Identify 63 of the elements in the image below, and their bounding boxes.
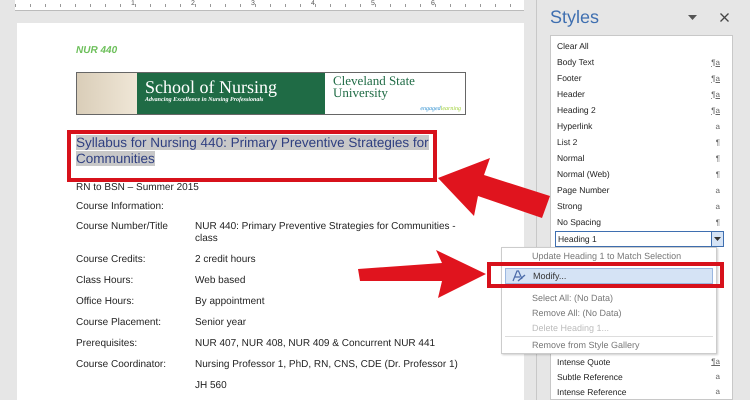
- style-item[interactable]: Footer: [557, 73, 582, 83]
- field-value: NUR 407, NUR 408, NUR 409 & Concurrent NUR 441: [195, 338, 436, 350]
- style-item[interactable]: List 2: [557, 137, 578, 147]
- style-type-symbol: ¶: [716, 218, 720, 226]
- menu-item[interactable]: Update Heading 1 to Match Selection: [505, 249, 713, 262]
- style-type-symbol: ¶: [716, 138, 720, 146]
- course-code: NUR 440: [76, 45, 118, 56]
- style-item[interactable]: Normal (Web): [557, 169, 610, 179]
- style-item[interactable]: Subtle Reference: [557, 372, 623, 382]
- field-value: Nursing Professor 1, PhD, RN, CNS, CDE (Dr. Professor 1): [195, 359, 459, 371]
- arrow-icon: [358, 250, 486, 298]
- dropdown-button[interactable]: [711, 232, 723, 246]
- dropdown-icon[interactable]: [688, 14, 697, 20]
- style-item[interactable]: Intense Quote: [557, 356, 610, 366]
- style-item[interactable]: Intense Reference: [557, 386, 626, 396]
- style-type-symbol: ¶: [716, 170, 720, 178]
- style-item[interactable]: Hyperlink: [557, 121, 592, 131]
- style-item[interactable]: Heading 2: [557, 105, 596, 115]
- style-type-symbol: ¶: [716, 154, 720, 162]
- field-value: Web based: [195, 275, 246, 287]
- field-value: Senior year: [195, 317, 248, 329]
- style-type-symbol: a: [716, 387, 720, 396]
- field-label: Prerequisites:: [76, 338, 138, 349]
- university-name: Cleveland State University: [333, 75, 416, 99]
- style-item[interactable]: Strong: [557, 201, 582, 211]
- subtitle: RN to BSN – Summer 2015: [76, 182, 200, 193]
- menu-item[interactable]: Modify...: [505, 268, 713, 284]
- photo-placeholder: [77, 73, 137, 114]
- style-item[interactable]: Clear All: [557, 41, 589, 51]
- menu-item[interactable]: Remove from Style Gallery: [505, 336, 713, 353]
- style-type-symbol: a: [716, 372, 720, 381]
- field-label: Course Coordinator:: [76, 359, 166, 370]
- style-item[interactable]: Heading 1: [555, 231, 724, 247]
- field-label: Class Hours:: [76, 275, 134, 286]
- field-label: Course Credits:: [76, 254, 146, 265]
- style-type-symbol: a: [716, 202, 720, 210]
- pane-title: Styles: [550, 6, 600, 28]
- style-item[interactable]: No Spacing: [557, 217, 601, 227]
- pen-letter-icon: [512, 270, 526, 282]
- caret-icon: [714, 237, 721, 241]
- style-item[interactable]: Normal: [557, 153, 584, 163]
- style-type-symbol: ¶a: [711, 106, 720, 114]
- style-type-symbol: ¶a: [711, 58, 720, 66]
- style-item[interactable]: Header: [557, 89, 585, 99]
- style-type-symbol: ¶a: [711, 357, 720, 366]
- style-type-symbol: a: [716, 122, 720, 130]
- field-label: Office Hours:: [76, 296, 134, 307]
- style-item[interactable]: Body Text: [557, 57, 594, 67]
- style-type-symbol: a: [716, 186, 720, 194]
- close-icon[interactable]: [720, 12, 729, 22]
- style-item[interactable]: Page Number: [557, 185, 610, 195]
- field-value: By appointment: [195, 296, 266, 308]
- menu-item[interactable]: Remove All: (No Data): [505, 305, 713, 320]
- style-type-symbol: ¶a: [711, 90, 720, 98]
- field-value: NUR 440: Primary Preventive Strategies for Communities - class: [195, 221, 457, 245]
- field-label: Course Placement:: [76, 317, 162, 328]
- section-label: Course Information:: [76, 201, 165, 212]
- menu-item[interactable]: Select All: (No Data): [505, 290, 713, 305]
- banner-title: School of Nursing: [145, 77, 278, 97]
- field-value: 2 credit hours: [195, 254, 257, 266]
- field-value: JH 560: [195, 380, 228, 392]
- style-type-symbol: ¶a: [711, 74, 720, 82]
- field-label: Course Number/Title: [76, 221, 168, 232]
